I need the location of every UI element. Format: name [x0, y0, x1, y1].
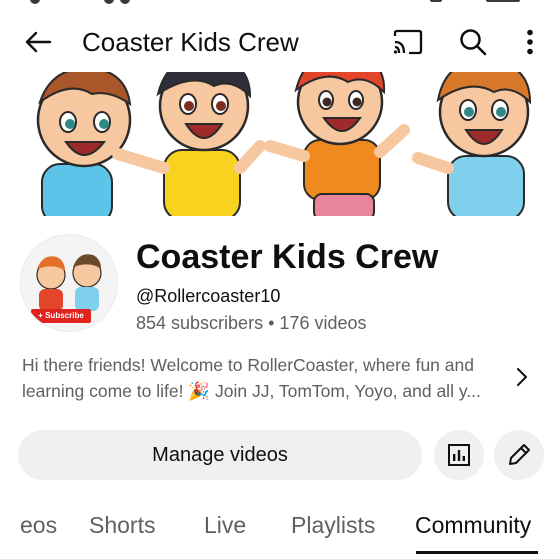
signal-icon — [430, 0, 442, 2]
active-tab-indicator — [416, 551, 538, 554]
description-text: Hi there friends! Welcome to RollerCoast… — [22, 352, 502, 404]
channel-stats: 854 subscribers • 176 videos — [136, 311, 367, 335]
video-count: 176 videos — [279, 313, 367, 333]
tab-playlists[interactable]: Playlists — [291, 510, 375, 540]
page-title: Coaster Kids Crew — [82, 27, 299, 57]
tab-community[interactable]: Community — [415, 510, 531, 540]
edit-button[interactable] — [494, 430, 544, 480]
channel-tabs: eos Shorts Live Playlists Community — [0, 498, 560, 560]
channel-handle: @Rollercoaster10 — [136, 286, 281, 306]
channel-description[interactable]: Hi there friends! Welcome to RollerCoast… — [0, 350, 560, 406]
status-bar — [0, 0, 560, 10]
channel-banner[interactable] — [22, 72, 538, 216]
tab-live[interactable]: Live — [204, 510, 246, 540]
top-app-bar: Coaster Kids Crew — [0, 14, 560, 70]
chevron-right-icon[interactable] — [510, 364, 534, 390]
search-icon[interactable] — [455, 24, 491, 60]
description-line: Hi there friends! Welcome to RollerCoast… — [22, 355, 474, 375]
edit-pencil-icon — [509, 444, 530, 465]
status-icon — [120, 0, 130, 4]
description-line: learning come to life! 🎉 Join JJ, TomTom… — [22, 381, 481, 401]
tab-videos[interactable]: eos — [20, 510, 57, 540]
status-icon — [30, 0, 40, 4]
analytics-icon — [448, 444, 470, 466]
analytics-button[interactable] — [434, 430, 484, 480]
battery-icon — [486, 0, 520, 2]
tab-shorts[interactable]: Shorts — [89, 510, 155, 540]
manage-videos-button[interactable]: Manage videos — [18, 430, 422, 480]
cast-icon[interactable] — [388, 26, 428, 58]
back-arrow-icon[interactable] — [20, 26, 56, 58]
stats-separator: • — [268, 313, 275, 333]
status-icon — [104, 0, 114, 4]
subscriber-count: 854 subscribers — [136, 313, 264, 333]
channel-name: Coaster Kids Crew — [136, 238, 439, 276]
channel-avatar[interactable]: + Subscribe — [20, 234, 118, 332]
subscribe-badge: + Subscribe — [31, 309, 91, 323]
more-vert-icon[interactable] — [515, 24, 545, 60]
